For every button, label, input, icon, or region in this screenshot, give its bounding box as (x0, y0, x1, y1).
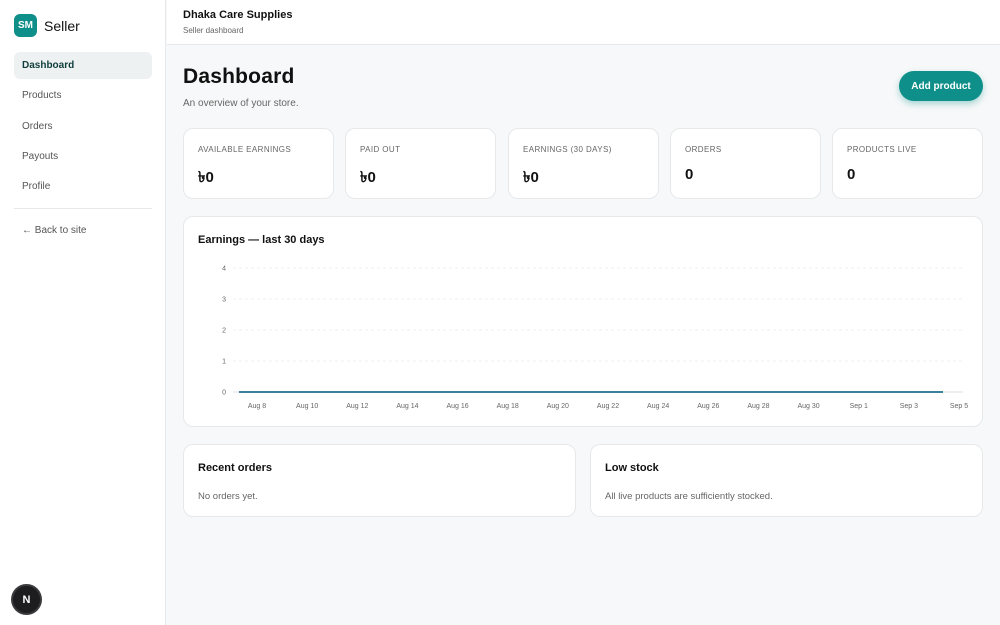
sidebar-item-payouts[interactable]: Payouts (14, 143, 152, 170)
add-product-button[interactable]: Add product (899, 71, 983, 101)
stat-card-available-earnings: AVAILABLE EARNINGS ৳0 (183, 128, 334, 199)
back-to-site-link[interactable]: ← Back to site (22, 225, 86, 236)
recent-orders-title: Recent orders (198, 462, 272, 474)
stat-value: 0 (685, 166, 694, 183)
sidebar-nav: Dashboard Products Orders Payouts Profil… (14, 52, 152, 203)
x-tick-label: Aug 24 (647, 403, 669, 410)
page-subtitle: An overview of your store. (183, 98, 299, 109)
y-tick-label: 0 (222, 390, 226, 397)
x-tick-label: Aug 8 (248, 403, 266, 410)
stat-card-earnings-30-days: EARNINGS (30 DAYS) ৳0 (508, 128, 659, 199)
sidebar-divider (14, 208, 152, 209)
recent-orders-panel: Recent orders No orders yet. (183, 444, 576, 517)
stat-label: ORDERS (685, 145, 722, 154)
x-tick-label: Aug 18 (497, 403, 519, 410)
x-tick-label: Aug 20 (547, 403, 569, 410)
x-tick-label: Aug 30 (797, 403, 819, 410)
brand[interactable]: SM Seller (14, 14, 80, 37)
x-tick-label: Aug 26 (697, 403, 719, 410)
x-tick-label: Aug 14 (396, 403, 418, 410)
sidebar-item-products[interactable]: Products (14, 82, 152, 109)
y-tick-label: 4 (222, 266, 226, 273)
x-tick-label: Sep 3 (900, 403, 918, 410)
stat-value: ৳0 (523, 169, 539, 186)
x-tick-label: Aug 28 (747, 403, 769, 410)
top-header: Dhaka Care Supplies Seller dashboard (167, 0, 1000, 45)
stat-label: EARNINGS (30 DAYS) (523, 145, 612, 154)
low-stock-title: Low stock (605, 462, 659, 474)
page-title: Dashboard (183, 65, 295, 88)
stat-card-products-live: PRODUCTS LIVE 0 (832, 128, 983, 199)
y-tick-label: 1 (222, 359, 226, 366)
x-tick-label: Aug 22 (597, 403, 619, 410)
stat-label: PRODUCTS LIVE (847, 145, 917, 154)
nextjs-dev-badge[interactable]: N (13, 586, 40, 613)
y-tick-label: 2 (222, 328, 226, 335)
stat-value: ৳0 (360, 169, 376, 186)
x-tick-label: Aug 12 (346, 403, 368, 410)
stat-value: 0 (847, 166, 856, 183)
low-stock-text: All live products are sufficiently stock… (605, 491, 773, 502)
stat-card-orders: ORDERS 0 (670, 128, 821, 199)
sidebar: SM Seller Dashboard Products Orders Payo… (0, 0, 166, 625)
brand-badge: SM (14, 14, 37, 37)
sidebar-item-profile[interactable]: Profile (14, 173, 152, 200)
brand-title: Seller (44, 17, 80, 34)
stat-label: PAID OUT (360, 145, 401, 154)
x-tick-label: Sep 1 (850, 403, 868, 410)
stat-card-paid-out: PAID OUT ৳0 (345, 128, 496, 199)
sidebar-item-dashboard[interactable]: Dashboard (14, 52, 152, 79)
x-tick-label: Sep 5 (950, 403, 968, 410)
sidebar-item-orders[interactable]: Orders (14, 113, 152, 140)
earnings-chart: 0 1 2 3 4 Aug 8 Aug 10 Aug 12 Aug 14 Aug 16 Aug 18… (222, 266, 968, 411)
stat-value: ৳0 (198, 169, 214, 186)
y-tick-label: 3 (222, 297, 226, 304)
recent-orders-empty-text: No orders yet. (198, 491, 258, 502)
stat-label: AVAILABLE EARNINGS (198, 145, 292, 154)
store-subtitle: Seller dashboard (183, 26, 244, 35)
x-tick-label: Aug 10 (296, 403, 318, 410)
store-name: Dhaka Care Supplies (183, 9, 293, 21)
low-stock-panel: Low stock All live products are sufficie… (590, 444, 983, 517)
x-tick-label: Aug 16 (446, 403, 468, 410)
earnings-chart-card: Earnings — last 30 days 0 1 2 3 4 Aug 8 Aug 10… (183, 216, 983, 427)
